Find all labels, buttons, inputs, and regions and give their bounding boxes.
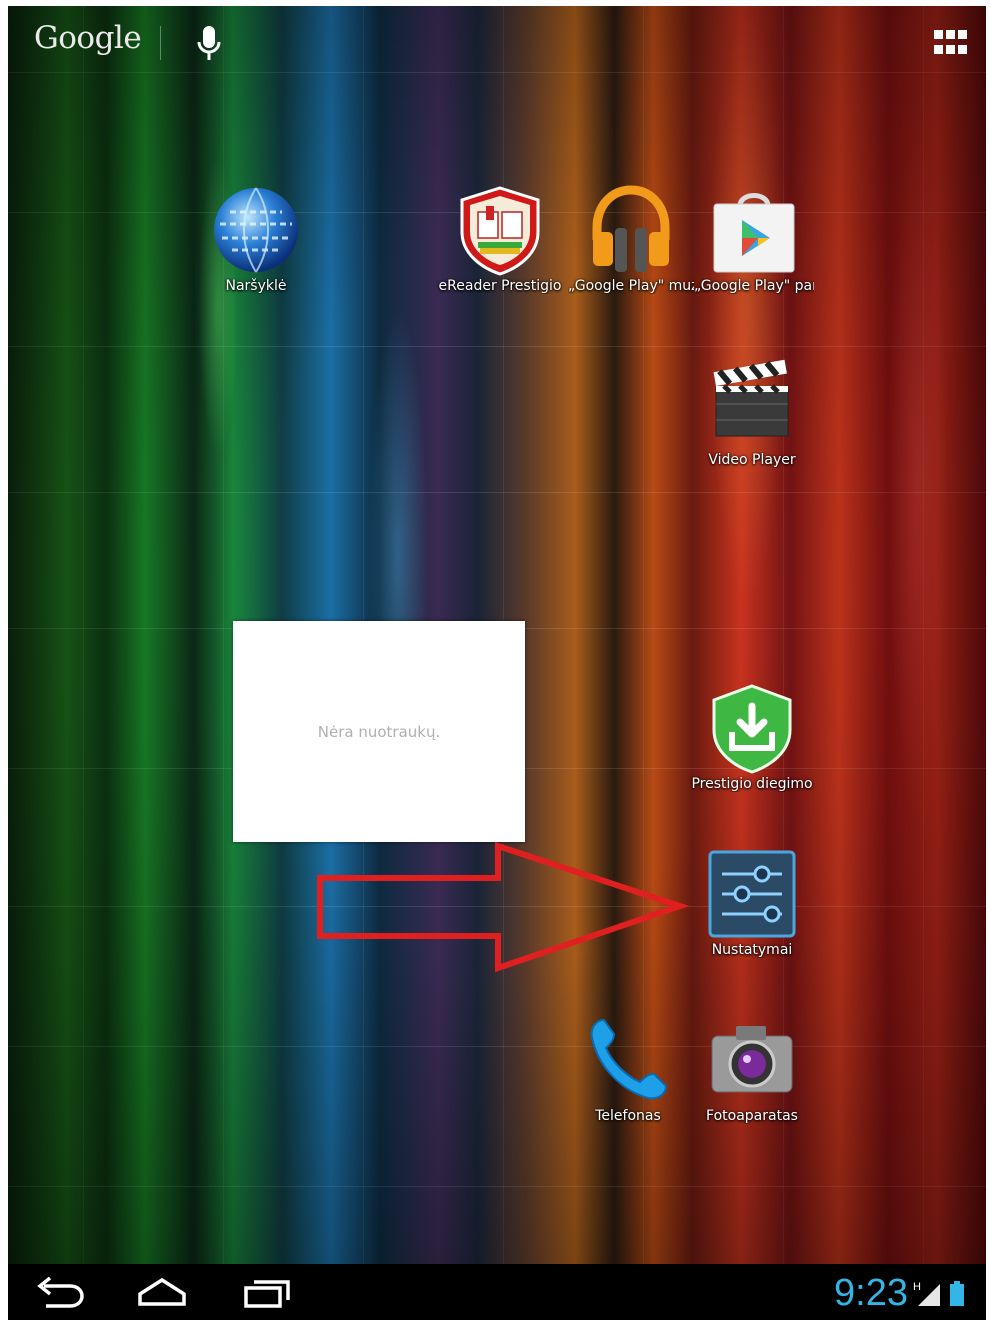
app-label: Prestigio diegimo xyxy=(691,776,813,792)
app-label: „Google Play" muzika xyxy=(568,278,694,294)
mic-icon[interactable] xyxy=(194,24,224,64)
app-settings[interactable]: Nustatymai xyxy=(682,848,822,958)
widget-empty-text: Nėra nuotraukų. xyxy=(317,723,441,741)
app-label: Fotoaparatas xyxy=(706,1108,798,1124)
annotation-arrow xyxy=(317,841,690,973)
app-label: Video Player xyxy=(708,452,796,468)
system-bar: 9:23 H xyxy=(8,1264,986,1320)
app-camera[interactable]: Fotoaparatas xyxy=(682,1014,822,1124)
app-phone[interactable]: Telefonas xyxy=(558,1014,698,1124)
app-ereader-prestigio[interactable]: eReader Prestigio xyxy=(433,184,567,294)
app-label: eReader Prestigio xyxy=(438,278,562,294)
app-label: Telefonas xyxy=(595,1108,661,1124)
app-narsykle[interactable]: Naršyklė xyxy=(186,184,326,294)
headphones-icon xyxy=(585,184,677,276)
clock[interactable]: 9:23 xyxy=(834,1272,908,1315)
camera-icon xyxy=(706,1014,798,1106)
photo-frame-widget[interactable]: Nėra nuotraukų. xyxy=(233,621,525,842)
app-label: „Google Play" parduotuvė xyxy=(694,278,814,294)
app-prestigio-installer[interactable]: Prestigio diegimo xyxy=(682,682,822,792)
clapperboard-icon xyxy=(706,358,798,450)
app-video-player[interactable]: Video Player xyxy=(682,358,822,468)
search-bar-divider xyxy=(160,26,161,60)
all-apps-icon[interactable] xyxy=(934,30,968,56)
settings-sliders-icon xyxy=(706,848,798,940)
download-shield-icon xyxy=(706,682,798,774)
app-google-play-store[interactable]: „Google Play" parduotuvė xyxy=(694,184,814,294)
browser-globe-icon xyxy=(210,184,302,276)
signal-battery-icons[interactable]: H xyxy=(912,1280,972,1308)
play-store-bag-icon xyxy=(708,184,800,276)
phone-handset-icon xyxy=(582,1014,674,1106)
ereader-book-shield-icon xyxy=(454,184,546,276)
app-google-play-music[interactable]: „Google Play" muzika xyxy=(568,184,694,294)
google-search-bar[interactable]: Google xyxy=(8,6,986,76)
network-type-label: H xyxy=(913,1281,921,1293)
app-label: Naršyklė xyxy=(225,278,287,294)
recents-icon[interactable] xyxy=(238,1274,298,1310)
app-label: Nustatymai xyxy=(711,942,793,958)
home-screen: Google Naršyklė eReader Prestigio „Googl… xyxy=(8,6,986,1320)
back-icon[interactable] xyxy=(30,1274,90,1310)
google-logo[interactable]: Google xyxy=(34,20,142,56)
home-icon[interactable] xyxy=(132,1274,192,1310)
